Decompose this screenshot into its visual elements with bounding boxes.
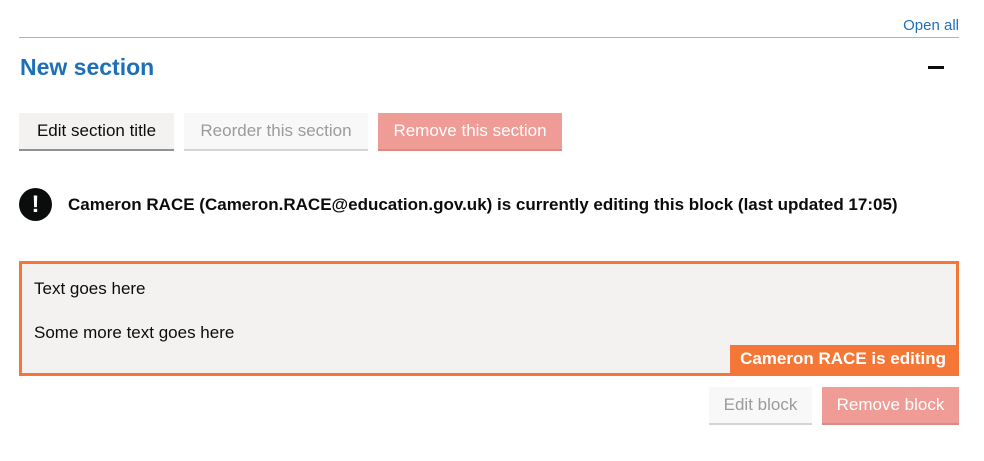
open-all-link[interactable]: Open all — [903, 17, 959, 34]
collapse-section-icon[interactable] — [928, 66, 944, 69]
editing-status-tag: Cameron RACE is editing — [730, 345, 956, 373]
content-block: Text goes here Some more text goes here … — [19, 261, 959, 376]
reorder-section-button[interactable]: Reorder this section — [184, 113, 368, 149]
edit-section-title-button[interactable]: Edit section title — [19, 113, 174, 149]
remove-section-button[interactable]: Remove this section — [378, 113, 562, 149]
block-text-line: Text goes here — [34, 279, 146, 298]
edit-block-button[interactable]: Edit block — [709, 387, 812, 423]
section-title[interactable]: New section — [20, 54, 154, 81]
block-text-line: Some more text goes here — [34, 323, 235, 342]
section-divider — [19, 37, 959, 38]
editing-warning: ! Cameron RACE (Cameron.RACE@education.g… — [19, 188, 898, 221]
exclamation-icon: ! — [19, 188, 52, 221]
warning-text: Cameron RACE (Cameron.RACE@education.gov… — [68, 194, 898, 214]
remove-block-button[interactable]: Remove block — [822, 387, 959, 423]
